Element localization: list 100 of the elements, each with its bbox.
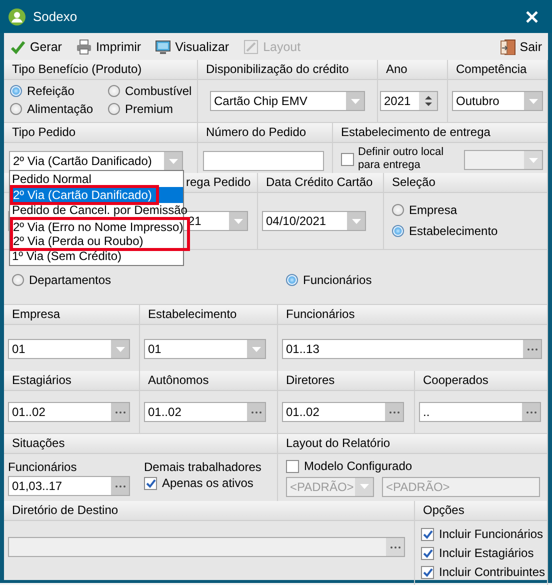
radio-button[interactable] xyxy=(392,204,404,216)
section-header: Seleção xyxy=(384,173,547,193)
checkbox[interactable] xyxy=(421,566,434,578)
ellipsis-button[interactable] xyxy=(522,403,540,421)
dropdown-button[interactable] xyxy=(346,92,364,110)
toolbar-button[interactable]: Gerar xyxy=(8,38,64,56)
dropdown-arrow-icon xyxy=(352,218,360,224)
section-header: Layout do Relatório xyxy=(278,434,547,454)
checkbox-label: Apenas os ativos xyxy=(162,476,254,490)
checkbox-label: Incluir Contribuintes xyxy=(439,565,546,579)
section-header: Situações xyxy=(4,434,277,454)
radio-button[interactable] xyxy=(10,85,22,97)
picker-field[interactable]: 01..02 xyxy=(8,402,130,422)
toolbar-button[interactable]: Imprimir xyxy=(74,38,144,56)
ellipsis-icon xyxy=(526,410,536,414)
section-header: Tipo Benefício (Produto) xyxy=(4,60,197,80)
checkbox[interactable] xyxy=(421,528,434,540)
section-header: Tipo Pedido xyxy=(4,123,197,143)
section-header: Estagiários xyxy=(4,371,139,391)
radio-button[interactable] xyxy=(12,274,24,286)
picker-field[interactable]: 01..13 xyxy=(282,339,542,359)
ellipsis-button[interactable] xyxy=(523,340,541,358)
radio-button[interactable] xyxy=(392,225,404,237)
section-header: Número do Pedido xyxy=(198,123,332,143)
checkbox[interactable] xyxy=(144,476,157,490)
dropdown[interactable]: 04/10/2021 xyxy=(262,211,366,231)
ellipsis-icon xyxy=(114,410,126,414)
section-header: Data Crédito Cartão xyxy=(258,173,383,193)
section-header: Funcionários xyxy=(278,305,547,325)
radio-button[interactable] xyxy=(108,103,120,115)
dropdown-button[interactable] xyxy=(247,340,265,358)
radio-label: Refeição xyxy=(27,84,74,98)
radio-button[interactable] xyxy=(286,274,298,286)
section-header: Autônomos xyxy=(140,371,277,391)
toolbar-button[interactable]: Visualizar xyxy=(153,38,232,56)
section-header: Estabelecimento xyxy=(140,305,277,325)
radio-label: Departamentos xyxy=(29,273,112,287)
picker-field[interactable]: 01..02 xyxy=(282,402,404,422)
checkbox[interactable] xyxy=(341,153,354,166)
dropdown-arrow-icon xyxy=(528,98,538,104)
section-header: Disponibilização do crédito xyxy=(198,60,377,80)
dropdown-arrow-icon xyxy=(528,158,538,162)
close-icon[interactable] xyxy=(526,10,538,22)
ellipsis-icon xyxy=(114,484,126,488)
spin-field[interactable]: 2021 xyxy=(380,91,438,111)
window-title: Sodexo xyxy=(33,9,78,24)
user-icon xyxy=(8,8,26,26)
checkbox-label: Modelo Configurado xyxy=(304,459,412,473)
ellipsis-button[interactable] xyxy=(111,477,129,495)
section-header: Competência xyxy=(448,60,547,80)
dropdown-arrow-icon xyxy=(360,484,368,489)
dropdown-option[interactable]: Pedido Normal xyxy=(10,172,183,188)
radio-label: Funcionários xyxy=(303,273,372,287)
ellipsis-icon xyxy=(526,348,538,350)
radio-label: Estabelecimento xyxy=(409,224,498,238)
dropdown-button[interactable] xyxy=(229,212,247,230)
dropdown-arrow-icon xyxy=(252,346,260,352)
monitor-icon xyxy=(155,38,172,54)
radio-label: Premium xyxy=(125,102,174,116)
dropdown-button[interactable] xyxy=(111,340,129,358)
section-header: Empresa xyxy=(4,305,139,325)
checkbox-label: Incluir Estagiários xyxy=(439,546,534,560)
checkbox[interactable] xyxy=(286,460,299,472)
dropdown[interactable]: 01 xyxy=(144,339,266,359)
radio-label: Combustível xyxy=(125,84,192,98)
ellipsis-button[interactable] xyxy=(111,403,129,421)
pencil-icon xyxy=(243,38,260,54)
ellipsis-button[interactable] xyxy=(247,403,265,421)
door-icon xyxy=(500,38,516,54)
dropdown-option[interactable]: 2º Via (Perda ou Roubo) xyxy=(13,234,188,248)
checkbox-label: Definir outro local para entrega xyxy=(358,146,445,172)
dropdown[interactable]: Cartão Chip EMV xyxy=(210,91,365,111)
dropdown-option[interactable]: 1º Via (Sem Crédito) xyxy=(10,248,183,264)
ellipsis-icon xyxy=(250,410,262,414)
check-icon xyxy=(146,478,156,488)
check-icon xyxy=(10,38,26,54)
picker-field[interactable]: 01,03..17 xyxy=(8,476,130,496)
radio-button[interactable] xyxy=(108,85,120,97)
spin-buttons[interactable] xyxy=(419,92,437,110)
checkbox[interactable] xyxy=(421,546,434,560)
dropdown-button[interactable] xyxy=(524,92,542,110)
dropdown-button[interactable] xyxy=(164,152,182,170)
dropdown[interactable]: 01 xyxy=(8,339,130,359)
picker-field[interactable]: 01..02 xyxy=(144,402,266,422)
toolbar-button[interactable]: Sair xyxy=(498,38,544,56)
dropdown[interactable]: Outubro xyxy=(452,91,543,111)
picker-field[interactable]: .. xyxy=(419,402,541,422)
field-label: Demais trabalhadores xyxy=(144,460,262,474)
dropdown-button[interactable] xyxy=(347,212,365,230)
radio-button[interactable] xyxy=(10,103,22,115)
up-down-arrows-icon xyxy=(424,95,432,107)
section-header: Ano xyxy=(378,60,447,80)
dropdown-option[interactable]: 2º Via (Erro no Nome Impresso) xyxy=(13,220,188,234)
section-header: Opções xyxy=(415,501,547,521)
printer-icon xyxy=(76,38,92,54)
section-header: Diretório de Destino xyxy=(4,501,414,521)
section-header: Estabelecimento de entrega xyxy=(333,123,547,143)
input-field[interactable] xyxy=(203,151,324,171)
ellipsis-icon xyxy=(388,410,400,414)
ellipsis-button[interactable] xyxy=(385,403,403,421)
